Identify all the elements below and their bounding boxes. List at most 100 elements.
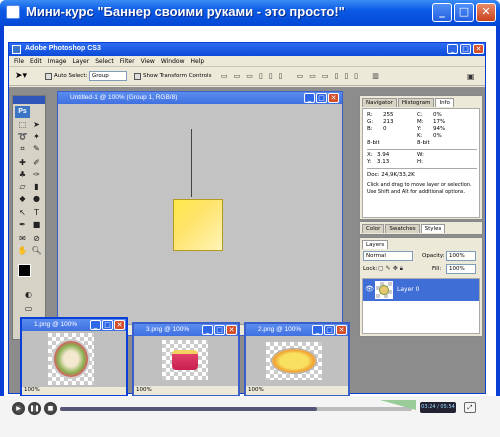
document-title-bar[interactable]: Untitled-1 @ 100% (Group 1, RGB/8) _ □ ✕ bbox=[58, 92, 342, 104]
hand-icon[interactable]: ✋ bbox=[17, 246, 28, 256]
menu-image[interactable]: Image bbox=[48, 58, 67, 65]
outer-title-bar[interactable]: Мини-курс "Баннер своими руками - это пр… bbox=[0, 0, 500, 26]
info-panel-tabs: Navigator Histogram Info bbox=[362, 98, 454, 107]
menu-window[interactable]: Window bbox=[161, 58, 185, 65]
img1-close-button[interactable]: ✕ bbox=[114, 320, 125, 330]
eraser-icon[interactable]: ▱ bbox=[17, 182, 28, 192]
align-icons[interactable]: ▭▭▭▯▯▯ ▭▭▭▯▯▯ ▥ bbox=[221, 72, 385, 80]
lasso-icon[interactable]: ➰ bbox=[17, 132, 28, 142]
magic-wand-icon[interactable]: ✦ bbox=[31, 132, 42, 142]
move-icon[interactable]: ➤ bbox=[31, 120, 42, 130]
pen-icon[interactable]: ✒ bbox=[17, 220, 28, 230]
shape-icon[interactable]: ■ bbox=[31, 220, 42, 230]
toolbox-header[interactable] bbox=[13, 96, 45, 104]
img3-close-button[interactable]: ✕ bbox=[226, 325, 237, 335]
progress-track[interactable] bbox=[60, 407, 412, 411]
type-icon[interactable]: T bbox=[31, 208, 42, 218]
crop-icon[interactable]: ⌗ bbox=[17, 144, 28, 154]
foreground-color-swatch[interactable] bbox=[18, 264, 31, 277]
menu-edit[interactable]: Edit bbox=[30, 58, 42, 65]
image-window-1: 1.png @ 100% _ □ ✕ 100% bbox=[20, 317, 128, 397]
opacity-field[interactable]: 100% bbox=[446, 251, 476, 261]
play-button[interactable]: ▶ bbox=[12, 402, 25, 415]
image-window-3-title: 3.png @ 100% bbox=[146, 326, 190, 333]
tab-info[interactable]: Info bbox=[435, 98, 454, 107]
fullscreen-icon[interactable]: ⤢ bbox=[464, 402, 476, 413]
info-label bbox=[367, 133, 383, 140]
notes-icon[interactable]: ✉ bbox=[17, 234, 28, 244]
screen-mode-icon[interactable]: ▭ bbox=[23, 304, 34, 314]
workspace-icon[interactable]: ▣ bbox=[467, 72, 475, 81]
layer-row-layer-0[interactable]: 👁︎ Layer 0 bbox=[363, 279, 479, 301]
photoshop-title-bar[interactable]: Adobe Photoshop CS3 _ □ ✕ bbox=[9, 43, 485, 56]
move-tool-icon[interactable]: ➤▾ bbox=[15, 71, 27, 81]
history-brush-icon[interactable]: ✑ bbox=[31, 170, 42, 180]
marquee-icon[interactable]: ⬚ bbox=[17, 120, 28, 130]
menu-help[interactable]: Help bbox=[191, 58, 205, 65]
doc-maximize-button[interactable]: □ bbox=[316, 93, 327, 103]
time-display: 03:24 / 05:54 bbox=[420, 402, 456, 413]
eye-icon[interactable]: 👁︎ bbox=[365, 285, 374, 293]
ps-minimize-button[interactable]: _ bbox=[447, 44, 458, 54]
blend-mode-dropdown[interactable]: Normal bbox=[363, 251, 413, 261]
info-label: G: bbox=[367, 119, 374, 125]
image-window-3-title-bar[interactable]: 3.png @ 100% _ □ ✕ bbox=[134, 324, 238, 336]
image-window-2-title-bar[interactable]: 2.png @ 100% _ □ ✕ bbox=[246, 324, 348, 336]
auto-select-dropdown[interactable]: Group bbox=[89, 71, 127, 81]
img2-close-button[interactable]: ✕ bbox=[336, 325, 347, 335]
brush-icon[interactable]: ✐ bbox=[31, 158, 42, 168]
eyedropper-icon[interactable]: ⊘ bbox=[31, 234, 42, 244]
ps-close-button[interactable]: ✕ bbox=[473, 44, 484, 54]
image-window-1-title-bar[interactable]: 1.png @ 100% _ □ ✕ bbox=[22, 319, 126, 331]
show-transform-checkbox[interactable] bbox=[134, 73, 141, 80]
info-value: 213 bbox=[383, 119, 394, 125]
info-label: C: bbox=[417, 112, 423, 118]
tab-layers[interactable]: Layers bbox=[362, 240, 389, 249]
slice-icon[interactable]: ✎ bbox=[31, 144, 42, 154]
pause-button[interactable]: ❚❚ bbox=[28, 402, 41, 415]
fill-field[interactable]: 100% bbox=[446, 264, 476, 274]
tab-color[interactable]: Color bbox=[362, 224, 385, 233]
zoom-icon[interactable]: 🔍︎ bbox=[31, 246, 42, 256]
img2-minimize-button[interactable]: _ bbox=[312, 325, 323, 335]
ps-maximize-button[interactable]: □ bbox=[460, 44, 471, 54]
menu-filter[interactable]: Filter bbox=[120, 58, 135, 65]
layers-panel: Layers Normal Opacity: 100% Lock: ▢✎✥🔒︎ … bbox=[359, 237, 483, 337]
tab-navigator[interactable]: Navigator bbox=[362, 98, 397, 107]
img1-maximize-button[interactable]: □ bbox=[102, 320, 113, 330]
outer-maximize-button[interactable]: □ bbox=[454, 3, 474, 22]
menu-layer[interactable]: Layer bbox=[72, 58, 89, 65]
menu-file[interactable]: File bbox=[14, 58, 24, 65]
gradient-icon[interactable]: ▮ bbox=[31, 182, 42, 192]
img2-maximize-button[interactable]: □ bbox=[324, 325, 335, 335]
volume-slider[interactable] bbox=[380, 400, 416, 410]
info-value: 0% bbox=[433, 112, 442, 118]
document-canvas[interactable] bbox=[58, 104, 342, 324]
tab-swatches[interactable]: Swatches bbox=[385, 224, 420, 233]
outer-minimize-button[interactable]: _ bbox=[432, 3, 452, 22]
stop-button[interactable]: ■ bbox=[44, 402, 57, 415]
info-value: 94% bbox=[433, 126, 446, 132]
outer-close-button[interactable]: ✕ bbox=[476, 3, 496, 22]
stamp-icon[interactable]: ♣ bbox=[17, 170, 28, 180]
menu-view[interactable]: View bbox=[141, 58, 155, 65]
img3-maximize-button[interactable]: □ bbox=[214, 325, 225, 335]
quick-mask-icon[interactable]: ◐ bbox=[23, 290, 34, 300]
menu-select[interactable]: Select bbox=[95, 58, 114, 65]
img1-minimize-button[interactable]: _ bbox=[90, 320, 101, 330]
tab-styles[interactable]: Styles bbox=[420, 224, 446, 233]
dodge-icon[interactable]: ● bbox=[31, 194, 42, 204]
doc-minimize-button[interactable]: _ bbox=[304, 93, 315, 103]
lock-icons[interactable]: ▢✎✥🔒︎ bbox=[378, 265, 405, 273]
yellow-banner[interactable] bbox=[173, 199, 223, 251]
img3-minimize-button[interactable]: _ bbox=[202, 325, 213, 335]
info-bit-depth-cmyk: 8-bit bbox=[417, 140, 430, 146]
auto-select-checkbox[interactable] bbox=[45, 73, 52, 80]
image-window-1-zoom: 100% bbox=[24, 387, 40, 393]
healing-icon[interactable]: ✚ bbox=[17, 158, 28, 168]
info-x-label: X: bbox=[367, 152, 373, 158]
blur-icon[interactable]: ◆ bbox=[17, 194, 28, 204]
path-select-icon[interactable]: ↖ bbox=[17, 208, 28, 218]
doc-close-button[interactable]: ✕ bbox=[328, 93, 339, 103]
tab-histogram[interactable]: Histogram bbox=[397, 98, 435, 107]
